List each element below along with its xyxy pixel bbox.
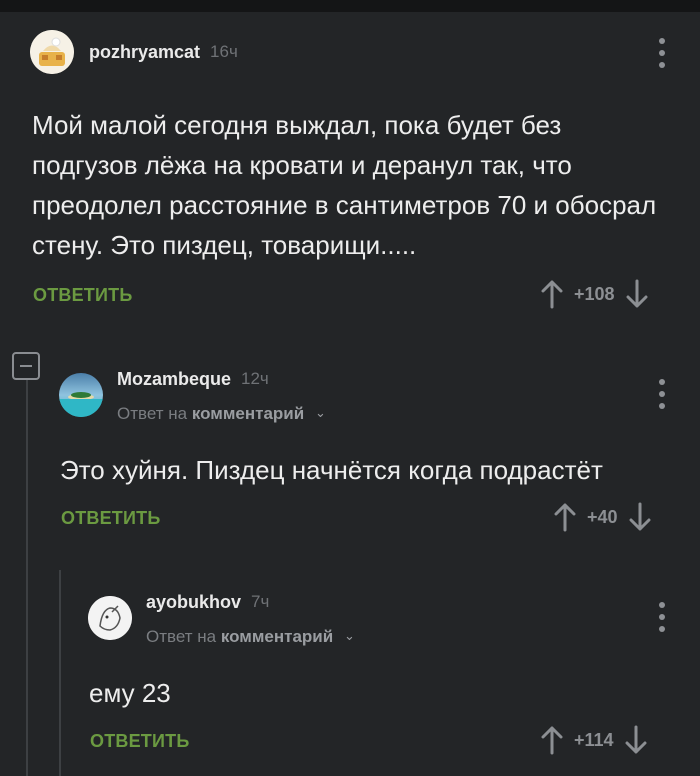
chevron-down-icon[interactable]: ⌄: [344, 628, 355, 644]
comment-time: 12ч: [241, 369, 269, 388]
comment-text: ему 23: [89, 678, 171, 708]
more-vertical-icon[interactable]: [657, 602, 667, 632]
sketch-avatar-icon: [88, 596, 132, 640]
reply-target[interactable]: комментарий: [221, 627, 333, 646]
more-vertical-icon[interactable]: [657, 379, 667, 409]
comment-score: +114: [574, 729, 614, 750]
vote-controls: +108: [540, 279, 649, 309]
reply-prefix: Ответ на: [146, 627, 217, 646]
arrow-down-icon[interactable]: [624, 725, 648, 755]
arrow-up-icon[interactable]: [540, 725, 564, 755]
comment-text: Мой малой сегодня выждал, пока будет без…: [32, 110, 657, 260]
arrow-down-icon[interactable]: [625, 279, 649, 309]
reply-button[interactable]: ОТВЕТИТЬ: [33, 285, 132, 306]
reply-to-label[interactable]: Ответ на комментарий ⌄: [146, 627, 355, 647]
reply-prefix: Ответ на: [117, 404, 188, 423]
comment-score: +40: [587, 506, 618, 527]
username[interactable]: ayobukhov: [146, 592, 241, 613]
collapse-thread-button[interactable]: [12, 352, 40, 380]
comment-time: 16ч: [210, 42, 238, 61]
username[interactable]: pozhryamcat: [89, 42, 200, 63]
top-bar: [0, 0, 700, 12]
reply-button[interactable]: ОТВЕТИТЬ: [90, 731, 189, 752]
arrow-up-icon[interactable]: [540, 279, 564, 309]
reply-to-label[interactable]: Ответ на комментарий ⌄: [117, 404, 326, 424]
more-vertical-icon[interactable]: [657, 38, 667, 68]
reply-target[interactable]: комментарий: [192, 404, 304, 423]
chevron-down-icon[interactable]: ⌄: [315, 405, 326, 421]
thread-line: [26, 380, 28, 776]
thread-line-nested: [59, 570, 61, 776]
avatar[interactable]: [59, 373, 103, 417]
comment-score: +108: [574, 283, 615, 304]
avatar[interactable]: [30, 30, 74, 74]
comment-time: 7ч: [251, 592, 270, 611]
arrow-up-icon[interactable]: [553, 502, 577, 532]
vote-controls: +114: [540, 725, 648, 755]
comment-text: Это хуйня. Пиздец начнётся когда подраст…: [60, 455, 603, 485]
username[interactable]: Mozambeque: [117, 369, 231, 390]
avatar[interactable]: [88, 596, 132, 640]
cat-avatar-icon: [30, 30, 74, 74]
island-avatar-icon: [59, 373, 103, 417]
reply-button[interactable]: ОТВЕТИТЬ: [61, 508, 160, 529]
vote-controls: +40: [553, 502, 652, 532]
arrow-down-icon[interactable]: [628, 502, 652, 532]
